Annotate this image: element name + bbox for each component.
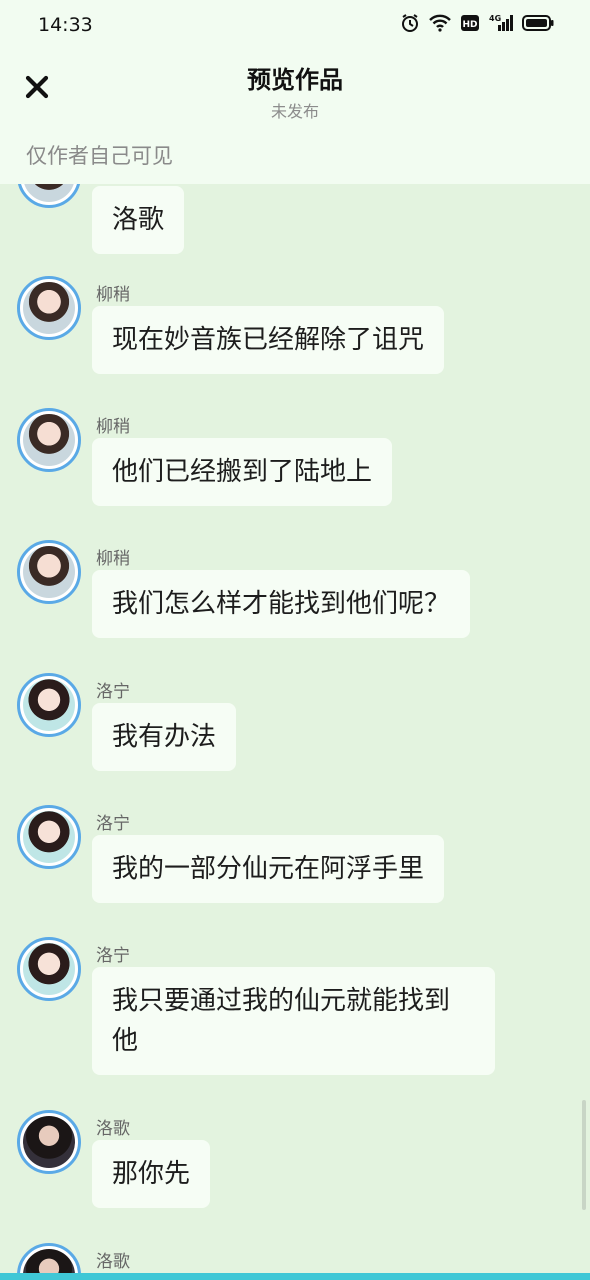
header: 14:33 HD 4G 预览作品 未发布 仅作者自己可见 bbox=[0, 0, 590, 184]
sender-name: 柳稍 bbox=[96, 285, 130, 305]
avatar[interactable] bbox=[17, 937, 81, 1001]
sender-name: 洛宁 bbox=[96, 814, 130, 834]
chat-list[interactable]: 洛歌 柳稍 现在妙音族已经解除了诅咒 柳稍 他们已经搬到了陆地上 柳稍 我们怎么… bbox=[0, 0, 590, 1280]
svg-text:HD: HD bbox=[462, 20, 477, 30]
signal-4g-icon: 4G bbox=[488, 13, 514, 33]
avatar[interactable] bbox=[17, 673, 81, 737]
sender-name: 洛歌 bbox=[96, 1119, 130, 1139]
message-bubble[interactable]: 我们怎么样才能找到他们呢？ bbox=[92, 570, 471, 638]
message-bubble[interactable]: 我有办法 bbox=[92, 703, 237, 771]
message-bubble[interactable]: 他们已经搬到了陆地上 bbox=[92, 438, 393, 506]
message-bubble[interactable]: 那你先 bbox=[92, 1140, 211, 1208]
avatar[interactable] bbox=[17, 276, 81, 340]
page-title: 预览作品 bbox=[247, 66, 343, 94]
status-icons: HD 4G bbox=[400, 13, 554, 33]
avatar[interactable] bbox=[17, 1110, 81, 1174]
sender-name: 洛歌 bbox=[96, 1252, 130, 1272]
sender-name: 洛宁 bbox=[96, 946, 130, 966]
sender-name: 柳稍 bbox=[96, 549, 130, 569]
scrollbar[interactable] bbox=[582, 1100, 586, 1210]
avatar[interactable] bbox=[17, 540, 81, 604]
avatar[interactable] bbox=[17, 408, 81, 472]
wifi-icon bbox=[428, 13, 452, 33]
hd-icon: HD bbox=[460, 13, 480, 33]
visibility-note: 仅作者自己可见 bbox=[26, 144, 173, 168]
message-bubble[interactable]: 我的一部分仙元在阿浮手里 bbox=[92, 835, 445, 903]
status-time: 14:33 bbox=[38, 14, 93, 36]
bottom-accent-bar bbox=[0, 1273, 590, 1280]
message-bubble[interactable]: 洛歌 bbox=[92, 186, 185, 254]
message-bubble[interactable]: 现在妙音族已经解除了诅咒 bbox=[92, 306, 445, 374]
battery-icon bbox=[522, 13, 554, 33]
sender-name: 洛宁 bbox=[96, 682, 130, 702]
avatar[interactable] bbox=[17, 805, 81, 869]
message-bubble[interactable]: 我只要通过我的仙元就能找到他 bbox=[92, 967, 495, 1075]
alarm-icon bbox=[400, 13, 420, 33]
svg-text:4G: 4G bbox=[489, 14, 501, 23]
page-subtitle: 未发布 bbox=[270, 102, 319, 121]
sender-name: 柳稍 bbox=[96, 417, 130, 437]
